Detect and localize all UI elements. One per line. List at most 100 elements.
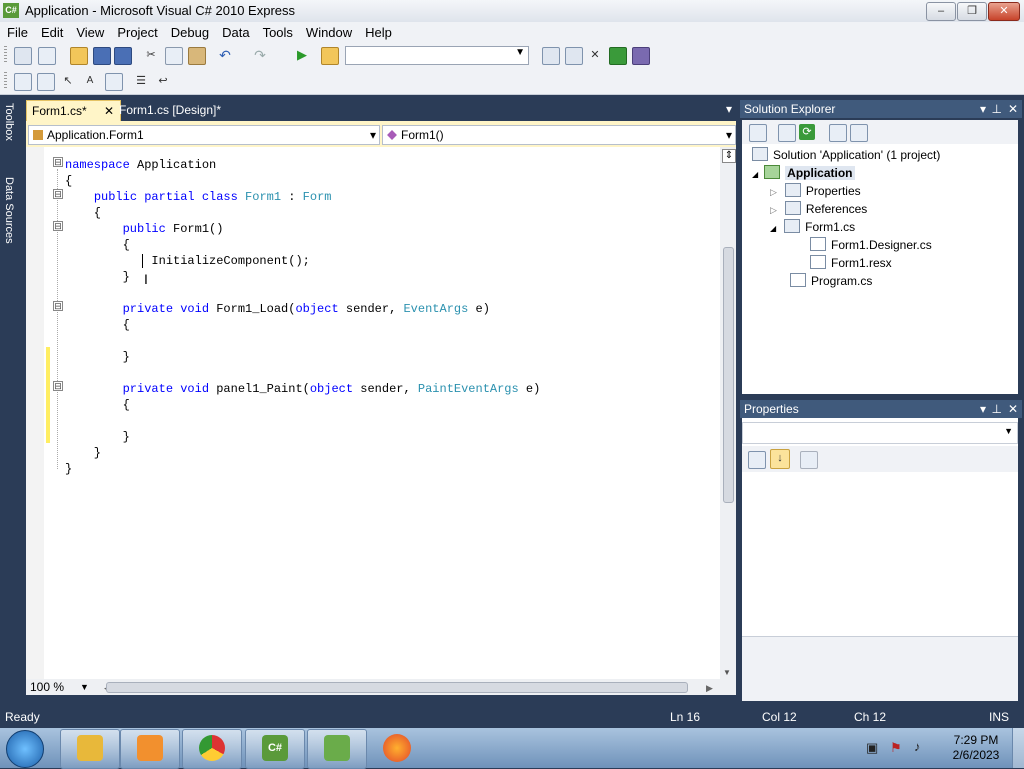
tree-item-application[interactable]: ◢ Application <box>752 164 855 182</box>
cut-icon[interactable]: ✂ <box>143 47 159 63</box>
expander-open-icon[interactable]: ◢ <box>752 170 758 179</box>
save-icon[interactable] <box>93 47 111 65</box>
collapse-icon[interactable]: ⊟ <box>53 381 63 391</box>
tab-list-dropdown-icon[interactable]: ▾ <box>726 102 732 116</box>
code-line[interactable]: } <box>65 429 130 445</box>
close-button[interactable]: ✕ <box>988 2 1020 21</box>
solution-explorer-icon[interactable] <box>542 47 560 65</box>
firefox-icon[interactable] <box>383 734 411 762</box>
horizontal-scrollbar-thumb[interactable] <box>106 682 688 693</box>
tree-item-references[interactable]: ▷ References <box>770 200 867 218</box>
start-page-icon[interactable] <box>632 47 650 65</box>
scrollbar-thumb[interactable] <box>723 247 734 503</box>
menu-edit[interactable]: Edit <box>34 22 69 41</box>
expander-closed-icon[interactable]: ▷ <box>770 187 777 197</box>
scroll-down-icon[interactable]: ▼ <box>723 668 731 677</box>
code-line[interactable]: private void panel1_Paint(object sender,… <box>65 381 541 397</box>
maximize-button[interactable]: ❐ <box>957 2 987 21</box>
scroll-right-icon[interactable]: ▶ <box>706 683 713 694</box>
add-item-icon[interactable] <box>38 47 56 65</box>
code-line[interactable]: { <box>65 237 130 253</box>
tree-item-form1-resx[interactable]: Form1.resx <box>810 254 892 272</box>
collapse-icon[interactable]: ⊟ <box>53 221 63 231</box>
expander-closed-icon[interactable]: ▷ <box>770 205 777 215</box>
pin-icon[interactable]: ⊥ <box>992 100 1002 118</box>
code-editor[interactable]: ⊟ ⊟ ⊟ ⊟ ⊟ namespace Application { public… <box>26 147 736 679</box>
object-selector-dropdown[interactable]: ▼ <box>742 422 1018 444</box>
pin-icon[interactable]: ⊥ <box>992 400 1002 418</box>
tree-item-form1-designer[interactable]: Form1.Designer.cs <box>810 236 932 254</box>
paste-icon[interactable] <box>188 47 206 65</box>
collapse-icon[interactable]: ⊟ <box>53 157 63 167</box>
code-line[interactable]: { <box>65 173 72 189</box>
tree-item-form1[interactable]: ◢ Form1.cs <box>770 218 855 236</box>
menu-help[interactable]: Help <box>358 22 398 41</box>
new-project-icon[interactable] <box>14 47 32 65</box>
toolbox-tab[interactable]: Toolbox <box>3 103 15 141</box>
show-all-files-icon[interactable] <box>778 124 796 142</box>
copy-icon[interactable] <box>165 47 183 65</box>
find-combo[interactable]: ▼ <box>345 46 529 65</box>
quick-info-icon[interactable]: ↖ <box>60 73 76 89</box>
close-icon[interactable]: ✕ <box>104 101 114 121</box>
split-icon[interactable]: ⇕ <box>722 149 736 163</box>
code-line[interactable]: { <box>65 317 130 333</box>
member-dropdown[interactable]: Form1() ▾ <box>382 125 736 145</box>
code-line[interactable]: private void Form1_Load(object sender, E… <box>65 301 490 317</box>
undo-icon[interactable]: ↶ <box>217 47 233 63</box>
display-object-member-list-icon[interactable] <box>14 73 32 91</box>
type-dropdown[interactable]: Application.Form1 ▾ <box>28 125 380 145</box>
system-clock[interactable]: 7:29 PM 2/6/2023 <box>946 733 1006 763</box>
alphabetical-icon[interactable]: ↓ <box>770 449 790 469</box>
menu-file[interactable]: File <box>0 22 34 41</box>
menu-debug[interactable]: Debug <box>164 22 215 41</box>
taskbar-notepad[interactable] <box>307 729 367 769</box>
complete-word-icon[interactable]: A <box>82 73 98 89</box>
categorized-icon[interactable] <box>748 451 766 469</box>
properties-icon[interactable] <box>749 124 767 142</box>
tab-form1-cs[interactable]: Form1.cs* ✕ <box>26 100 121 121</box>
zoom-dropdown[interactable]: 100 % ▼ <box>30 679 100 695</box>
collapse-icon[interactable]: ⊟ <box>53 189 63 199</box>
menu-project[interactable]: Project <box>110 22 163 41</box>
toolbox-icon[interactable]: ✕ <box>587 47 603 63</box>
code-line[interactable]: } <box>65 269 130 285</box>
menu-tools[interactable]: Tools <box>256 22 299 41</box>
minimize-button[interactable]: – <box>926 2 956 21</box>
data-sources-tab[interactable]: Data Sources <box>3 177 15 244</box>
view-code-icon[interactable] <box>829 124 847 142</box>
action-center-icon[interactable]: ⚑ <box>890 740 902 756</box>
code-line[interactable]: public partial class Form1 : Form <box>65 189 332 205</box>
tree-item-program[interactable]: Program.cs <box>790 272 872 290</box>
code-line[interactable]: } <box>65 445 101 461</box>
code-line[interactable]: { <box>65 205 101 221</box>
save-all-icon[interactable] <box>114 47 132 65</box>
network-icon[interactable]: ▣ <box>866 740 878 756</box>
refresh-icon[interactable]: ⟳ <box>799 124 815 140</box>
tree-item-solution[interactable]: Solution 'Application' (1 project) <box>752 146 940 164</box>
menu-window[interactable]: Window <box>299 22 358 41</box>
vertical-scrollbar[interactable]: ⇕ ▼ <box>720 147 736 679</box>
comment-out-icon[interactable]: ☰ <box>133 73 149 89</box>
code-line[interactable]: InitializeComponent(); <box>65 253 309 269</box>
code-line[interactable]: } <box>65 461 72 477</box>
show-desktop-button[interactable] <box>1012 728 1024 768</box>
taskbar-chrome[interactable] <box>182 729 242 769</box>
collapse-icon[interactable]: ⊟ <box>53 301 63 311</box>
dropdown-icon[interactable]: ▾ <box>980 400 986 418</box>
object-browser-icon[interactable] <box>609 47 627 65</box>
uncomment-icon[interactable]: ↩ <box>155 73 171 89</box>
parameter-info-icon[interactable] <box>37 73 55 91</box>
taskbar-visual-csharp[interactable]: C# <box>245 729 305 769</box>
code-line[interactable]: } <box>65 349 130 365</box>
property-pages-icon[interactable] <box>800 451 818 469</box>
menu-data[interactable]: Data <box>215 22 255 41</box>
toolbar-grip[interactable] <box>4 46 7 64</box>
tree-item-properties[interactable]: ▷ Properties <box>770 182 861 200</box>
code-line[interactable]: namespace Application <box>65 157 216 173</box>
tab-form1-design[interactable]: Form1.cs [Design]* <box>114 100 239 120</box>
close-icon[interactable]: ✕ <box>1008 400 1018 418</box>
toolbar-grip[interactable] <box>4 72 7 90</box>
dropdown-icon[interactable]: ▾ <box>980 100 986 118</box>
taskbar-explorer[interactable] <box>60 729 120 769</box>
